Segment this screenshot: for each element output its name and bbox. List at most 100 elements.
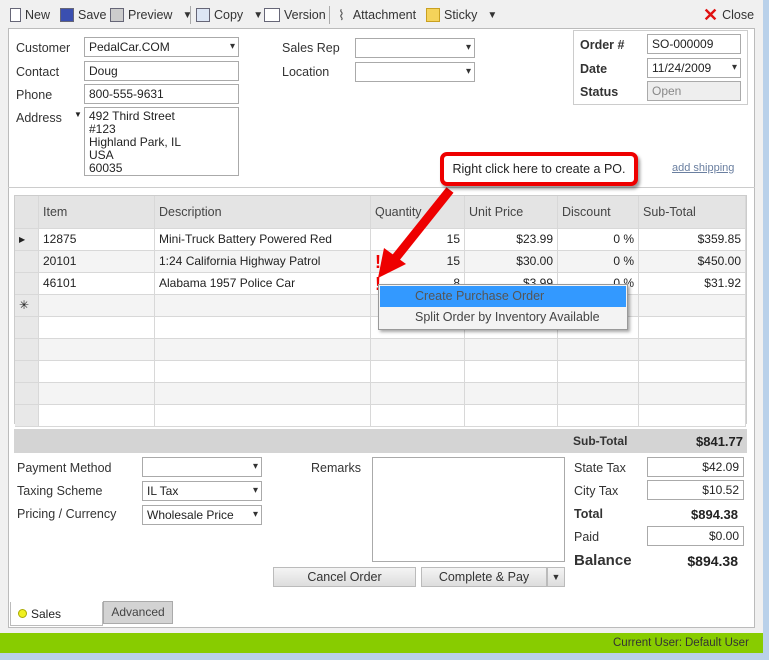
order-number-label: Order #	[580, 38, 625, 52]
menu-item-create-purchase-order[interactable]: Create Purchase Order	[380, 286, 626, 307]
state-tax-field[interactable]: $42.09	[647, 457, 744, 477]
location-select[interactable]	[355, 62, 475, 82]
empty-row[interactable]	[15, 361, 746, 383]
grid-cell[interactable]: 12875	[39, 229, 155, 250]
cancel-order-button[interactable]: Cancel Order	[273, 567, 416, 587]
remarks-label: Remarks	[311, 461, 362, 475]
paid-label: Paid	[574, 530, 600, 544]
context-menu: Create Purchase Order Split Order by Inv…	[378, 284, 628, 330]
grid-cell[interactable]: Mini-Truck Battery Powered Red	[155, 229, 371, 250]
complete-pay-dropdown[interactable]: ▼	[547, 567, 565, 587]
grid-cell	[39, 361, 155, 382]
grid-cell	[371, 361, 465, 382]
add-shipping-link[interactable]: add shipping	[672, 162, 734, 174]
grid-cell	[155, 361, 371, 382]
grid-cell	[15, 383, 39, 404]
pricing-currency-label: Pricing / Currency	[17, 507, 117, 521]
chevron-down-icon: ▼	[551, 572, 561, 582]
grid-cell[interactable]: Alabama 1957 Police Car	[155, 273, 371, 294]
grid-cell	[639, 295, 746, 316]
grid-cell[interactable]: 20101	[39, 251, 155, 272]
tab-advanced[interactable]: Advanced	[103, 601, 173, 624]
state-tax-label: State Tax	[574, 461, 626, 475]
subtotal-value: $841.77	[696, 434, 743, 449]
grid-cell	[558, 405, 639, 426]
address-dropdown-icon[interactable]: ▼	[74, 110, 82, 119]
phone-field[interactable]: 800-555-9631	[84, 84, 239, 104]
divider	[190, 6, 191, 24]
attachment-button[interactable]: ⌇ Attachment	[338, 5, 416, 25]
grid-cell[interactable]: $359.85	[639, 229, 746, 250]
payment-method-label: Payment Method	[17, 461, 112, 475]
grid-cell	[465, 361, 558, 382]
preview-button[interactable]: Preview ▼	[110, 5, 192, 25]
taxing-scheme-label: Taxing Scheme	[17, 484, 103, 498]
order-number-field[interactable]: SO-000009	[647, 34, 741, 54]
grid-cell	[39, 383, 155, 404]
complete-pay-button[interactable]: Complete & Pay	[421, 567, 547, 587]
grid-cell	[465, 383, 558, 404]
taxing-scheme-select[interactable]: IL Tax	[142, 481, 262, 501]
grid-cell	[558, 361, 639, 382]
floppy-disk-icon	[60, 8, 74, 22]
empty-row[interactable]	[15, 383, 746, 405]
copy-icon	[196, 8, 210, 22]
sales-rep-label: Sales Rep	[282, 41, 340, 55]
grid-cell	[15, 196, 39, 228]
grid-cell	[15, 251, 39, 272]
grid-cell	[15, 317, 39, 338]
chevron-down-icon[interactable]: ▼	[253, 10, 263, 21]
divider	[329, 6, 330, 24]
grid-cell	[155, 317, 371, 338]
grid-cell	[371, 383, 465, 404]
paid-field[interactable]: $0.00	[647, 526, 744, 546]
grid-cell	[15, 339, 39, 360]
date-picker[interactable]: 11/24/2009	[647, 58, 741, 78]
remarks-field[interactable]	[372, 457, 565, 562]
grid-cell	[465, 405, 558, 426]
copy-button[interactable]: Copy ▼	[196, 5, 263, 25]
new-button[interactable]: New	[10, 5, 50, 25]
column-header[interactable]: Item	[39, 196, 155, 228]
city-tax-label: City Tax	[574, 484, 619, 498]
date-label: Date	[580, 62, 608, 76]
grid-cell	[155, 295, 371, 316]
grid-cell	[639, 317, 746, 338]
sticky-button[interactable]: Sticky ▼	[426, 5, 497, 25]
contact-field[interactable]: Doug	[84, 61, 239, 81]
grid-cell	[558, 383, 639, 404]
pricing-currency-select[interactable]: Wholesale Price	[142, 505, 262, 525]
payment-method-select[interactable]	[142, 457, 262, 477]
empty-row[interactable]	[15, 405, 746, 427]
tab-sales[interactable]: Sales	[10, 602, 103, 626]
callout-tooltip: Right click here to create a PO.	[440, 152, 638, 186]
printer-icon	[110, 8, 124, 22]
close-button[interactable]: ✕ Close	[703, 5, 754, 25]
empty-row[interactable]	[15, 339, 746, 361]
sales-rep-select[interactable]	[355, 38, 475, 58]
menu-item-split-order[interactable]: Split Order by Inventory Available	[380, 307, 626, 328]
city-tax-field[interactable]: $10.52	[647, 480, 744, 500]
version-button[interactable]: Version	[264, 5, 326, 25]
column-header[interactable]: Sub-Total	[639, 196, 746, 228]
address-label: Address	[16, 111, 62, 125]
grid-cell[interactable]: $31.92	[639, 273, 746, 294]
chevron-down-icon[interactable]: ▼	[487, 10, 497, 21]
grid-cell[interactable]: 46101	[39, 273, 155, 294]
grid-cell[interactable]: 1:24 California Highway Patrol	[155, 251, 371, 272]
column-header[interactable]: Description	[155, 196, 371, 228]
phone-label: Phone	[16, 88, 53, 102]
grid-cell	[465, 339, 558, 360]
book-icon	[264, 8, 280, 22]
grid-cell[interactable]: $450.00	[639, 251, 746, 272]
grid-cell	[15, 361, 39, 382]
sales-order-window: New Save Preview ▼ Copy ▼ Version ⌇ Attachm…	[0, 0, 763, 653]
total-value: $894.38	[691, 507, 738, 522]
status-field: Open	[647, 81, 741, 101]
address-field[interactable]: 492 Third Street #123 Highland Park, IL …	[84, 107, 239, 176]
current-row-indicator: ▶	[15, 229, 39, 250]
save-button[interactable]: Save	[60, 5, 107, 25]
grid-cell	[155, 383, 371, 404]
new-row-indicator: ✳	[15, 295, 39, 316]
customer-select[interactable]: PedalCar.COM	[84, 37, 239, 57]
